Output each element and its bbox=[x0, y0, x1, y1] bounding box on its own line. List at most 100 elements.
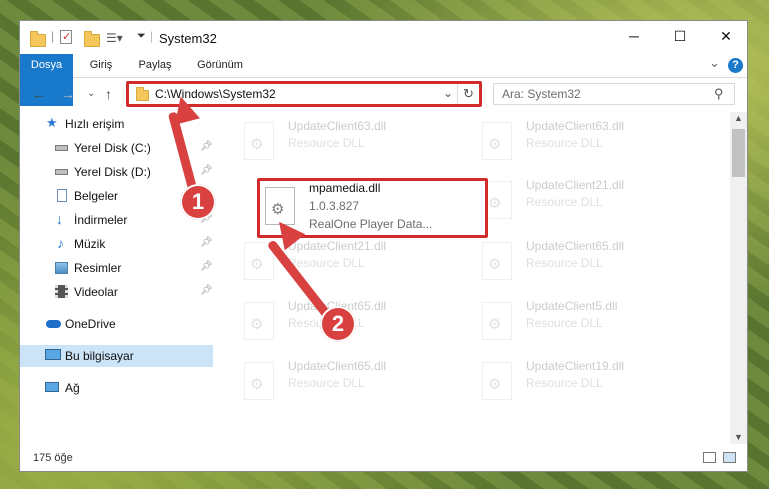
download-icon: ↓ bbox=[56, 211, 63, 227]
window-title: System32 bbox=[159, 31, 217, 46]
file-name: UpdateClient19.dll bbox=[526, 359, 625, 373]
status-bar: 175 öğe bbox=[20, 444, 747, 471]
file-type: Resource DLL bbox=[288, 376, 365, 390]
title-bar: | ✓ ☰▾ ⏷ | System32 ─ ☐ ✕ bbox=[20, 21, 747, 54]
sidebar-item-videos[interactable]: Videolar 📌︎ bbox=[20, 281, 213, 303]
step-2-badge: 2 bbox=[320, 306, 356, 342]
minimize-button[interactable]: ─ bbox=[611, 21, 657, 52]
scroll-down-icon[interactable]: ▼ bbox=[734, 432, 743, 442]
tab-home[interactable]: Giriş bbox=[81, 54, 121, 77]
file-name: UpdateClient65.dll bbox=[526, 239, 625, 253]
search-placeholder: Ara: System32 bbox=[502, 87, 581, 101]
large-icons-view-icon[interactable] bbox=[723, 452, 736, 463]
file-type: Resource DLL bbox=[288, 256, 365, 270]
file-type: Resource DLL bbox=[526, 376, 603, 390]
vertical-scrollbar[interactable]: ▲ ▼ bbox=[730, 112, 747, 446]
cloud-icon bbox=[46, 320, 61, 328]
dll-file-icon: ⚙ bbox=[244, 302, 274, 340]
recent-locations-chevron-icon[interactable]: ⌄ bbox=[87, 88, 95, 99]
sidebar-item-label: Yerel Disk (D:) bbox=[74, 165, 151, 179]
dll-file-icon: ⚙ bbox=[482, 302, 512, 340]
sidebar-item-music[interactable]: ♪ Müzik 📌︎ bbox=[20, 233, 213, 255]
network-icon bbox=[45, 382, 59, 392]
file-name: UpdateClient21.dll bbox=[288, 239, 387, 253]
sidebar-item-label: Ağ bbox=[65, 381, 80, 395]
ribbon-tabs: Dosya Giriş Paylaş Görünüm ⌄ ? bbox=[20, 54, 747, 106]
quick-access-dropdown-icon[interactable]: ⏷ bbox=[137, 30, 146, 43]
file-type: Resource DLL bbox=[526, 256, 603, 270]
explorer-window: | ✓ ☰▾ ⏷ | System32 ─ ☐ ✕ Dosya Giriş Pa… bbox=[19, 20, 748, 472]
details-view-icon[interactable] bbox=[703, 452, 716, 463]
file-type: Resource DLL bbox=[526, 316, 603, 330]
pin-icon[interactable]: 📌︎ bbox=[200, 261, 213, 272]
dll-file-icon: ⚙ bbox=[244, 362, 274, 400]
sidebar-item-label: Hızlı erişim bbox=[65, 117, 125, 131]
separator: | bbox=[51, 29, 55, 43]
file-item[interactable]: ⚙ UpdateClient65.dll Resource DLL bbox=[240, 358, 470, 410]
drive-icon bbox=[55, 145, 68, 151]
dll-file-icon: ⚙ bbox=[244, 122, 274, 160]
search-icon[interactable]: ⚲ bbox=[714, 86, 724, 102]
customize-toolbar-icon[interactable]: ☰▾ bbox=[106, 31, 123, 45]
file-item[interactable]: ⚙ UpdateClient19.dll Resource DLL bbox=[478, 358, 708, 410]
sidebar-item-label: İndirmeler bbox=[74, 213, 128, 227]
help-icon[interactable]: ? bbox=[728, 58, 743, 73]
dll-file-icon: ⚙ bbox=[482, 362, 512, 400]
new-folder-icon[interactable] bbox=[84, 31, 100, 47]
sidebar-item-label: Videolar bbox=[74, 285, 118, 299]
file-type: Resource DLL bbox=[526, 195, 603, 209]
file-item[interactable]: ⚙ UpdateClient63.dll Resource DLL bbox=[478, 118, 708, 170]
pin-icon[interactable]: 📌︎ bbox=[200, 165, 213, 176]
file-name: UpdateClient63.dll bbox=[288, 119, 387, 133]
computer-icon bbox=[45, 349, 61, 360]
dll-file-icon: ⚙ bbox=[482, 242, 512, 280]
step-1-badge: 1 bbox=[180, 184, 216, 220]
sidebar-item-label: Yerel Disk (C:) bbox=[74, 141, 151, 155]
sidebar-item-pictures[interactable]: Resimler 📌︎ bbox=[20, 257, 213, 279]
tab-view[interactable]: Görünüm bbox=[191, 54, 249, 77]
file-name: UpdateClient65.dll bbox=[288, 359, 387, 373]
sidebar-item-label: Resimler bbox=[74, 261, 122, 275]
file-item[interactable]: ⚙ UpdateClient5.dll Resource DLL bbox=[478, 298, 708, 350]
search-box[interactable]: Ara: System32 ⚲ bbox=[493, 83, 735, 105]
file-item[interactable]: ⚙ UpdateClient21.dll Resource DLL bbox=[478, 177, 708, 229]
back-arrow-icon[interactable]: ← bbox=[32, 86, 46, 102]
item-count: 175 öğe bbox=[33, 452, 73, 464]
sidebar-item-onedrive[interactable]: OneDrive bbox=[20, 313, 213, 335]
sidebar-item-network[interactable]: Ağ bbox=[20, 377, 213, 399]
sidebar-item-label: Belgeler bbox=[74, 189, 119, 203]
scrollbar-thumb[interactable] bbox=[732, 129, 745, 177]
sidebar-item-label: Müzik bbox=[74, 237, 106, 251]
file-type: Resource DLL bbox=[288, 136, 365, 150]
close-button[interactable]: ✕ bbox=[703, 21, 747, 52]
separator: | bbox=[150, 29, 154, 43]
file-type: Resource DLL bbox=[526, 136, 603, 150]
tab-share[interactable]: Paylaş bbox=[131, 54, 179, 77]
up-arrow-icon[interactable]: ↑ bbox=[105, 86, 112, 102]
file-name: UpdateClient63.dll bbox=[526, 119, 625, 133]
sidebar-item-this-pc[interactable]: Bu bilgisayar bbox=[20, 345, 213, 367]
file-name: UpdateClient21.dll bbox=[526, 178, 625, 192]
star-icon: ★ bbox=[46, 115, 58, 130]
dll-file-icon: ⚙ bbox=[482, 122, 512, 160]
pin-icon[interactable]: 📌︎ bbox=[200, 285, 213, 296]
ribbon-expand-icon[interactable]: ⌄ bbox=[709, 55, 720, 71]
maximize-button[interactable]: ☐ bbox=[657, 21, 703, 52]
sidebar-item-label: Bu bilgisayar bbox=[65, 349, 134, 363]
scroll-up-icon[interactable]: ▲ bbox=[734, 113, 743, 123]
pin-icon[interactable]: 📌︎ bbox=[200, 237, 213, 248]
file-name: UpdateClient5.dll bbox=[526, 299, 618, 313]
music-icon: ♪ bbox=[57, 235, 64, 251]
file-item[interactable]: ⚙ UpdateClient65.dll Resource DLL bbox=[478, 238, 708, 290]
forward-arrow-icon[interactable]: → bbox=[61, 86, 75, 102]
properties-icon[interactable]: ✓ bbox=[60, 30, 72, 44]
sidebar-item-label: OneDrive bbox=[65, 317, 116, 331]
pin-icon[interactable]: 📌︎ bbox=[200, 141, 213, 152]
pictures-icon bbox=[55, 262, 68, 274]
navigation-bar: ← → ⌄ ↑ C:\Windows\System32 ⌄ ↻ Ara: Sys… bbox=[20, 78, 747, 112]
video-icon bbox=[55, 285, 68, 298]
file-item[interactable]: ⚙ UpdateClient63.dll Resource DLL bbox=[240, 118, 470, 170]
document-icon bbox=[57, 189, 67, 202]
folder-icon bbox=[30, 31, 46, 47]
drive-icon bbox=[55, 169, 68, 175]
